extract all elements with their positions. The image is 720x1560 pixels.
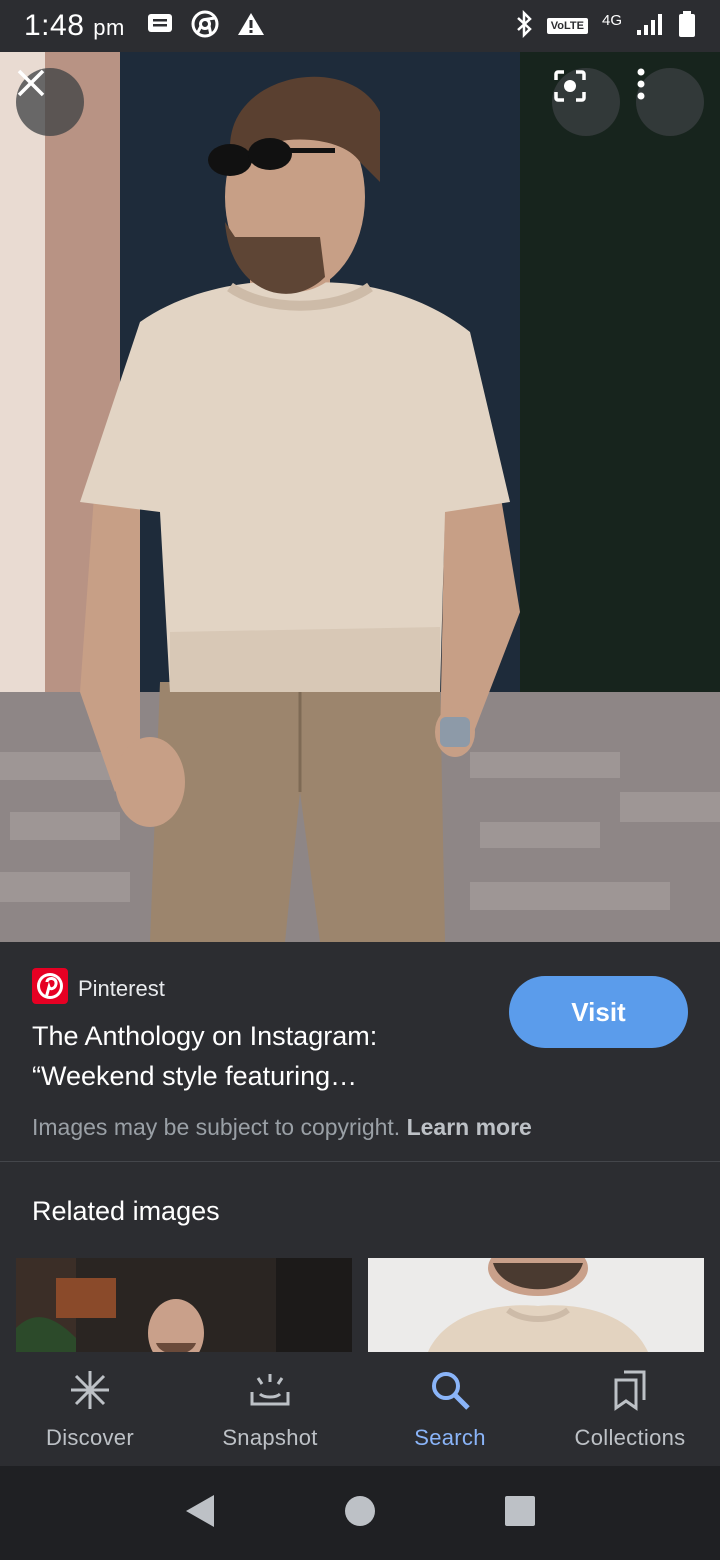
snapshot-icon (248, 1368, 292, 1417)
collections-icon (608, 1368, 652, 1417)
nav-discover-label: Discover (46, 1424, 134, 1450)
signal-icon (636, 12, 664, 41)
nav-collections-label: Collections (574, 1424, 686, 1450)
status-bar: 1:48 pm VoLTE 4G (0, 0, 720, 52)
nav-snapshot-label: Snapshot (222, 1424, 318, 1450)
nav-collections[interactable]: Collections (540, 1352, 720, 1466)
battery-icon (678, 10, 696, 43)
chrome-icon (191, 10, 219, 43)
status-time-ampm: pm (93, 15, 125, 40)
message-icon (147, 13, 173, 40)
volte-badge: VoLTE (546, 18, 588, 34)
system-navigation-bar (0, 1466, 720, 1560)
learn-more-link[interactable]: Learn more (407, 1114, 532, 1140)
hero-photo (0, 52, 720, 942)
related-image-thumbnail[interactable] (368, 1258, 704, 1352)
back-icon[interactable] (184, 1494, 216, 1533)
result-title[interactable]: The Anthology on Instagram: “Weekend sty… (32, 1016, 472, 1096)
bottom-navigation: Discover Snapshot Search Collections (0, 1352, 720, 1466)
source-row[interactable]: Pinterest (32, 968, 165, 1009)
copyright-notice: Images may be subject to copyright. Lear… (32, 1114, 532, 1141)
nav-snapshot[interactable]: Snapshot (180, 1352, 360, 1466)
pinterest-logo-icon (32, 968, 68, 1009)
visit-button[interactable]: Visit (509, 976, 688, 1048)
warning-icon (237, 11, 265, 42)
source-name: Pinterest (78, 975, 165, 1001)
visit-button-label: Visit (571, 996, 626, 1027)
status-right-icons: VoLTE 4G (515, 9, 696, 43)
nav-search[interactable]: Search (360, 1352, 540, 1466)
nav-search-label: Search (414, 1424, 486, 1450)
divider (0, 1161, 720, 1162)
related-image-1 (16, 1258, 352, 1352)
status-time: 1:48 pm (24, 9, 125, 43)
bluetooth-icon (515, 9, 533, 43)
recents-icon[interactable] (504, 1495, 536, 1532)
home-icon[interactable] (344, 1495, 376, 1532)
asterisk-icon (68, 1368, 112, 1417)
status-left-icons (147, 10, 265, 43)
status-time-value: 1:48 (24, 9, 85, 42)
close-button[interactable] (16, 68, 84, 136)
copyright-text: Images may be subject to copyright. (32, 1114, 401, 1140)
network-type: 4G (601, 11, 622, 29)
more-options-button[interactable] (636, 68, 704, 136)
related-image-thumbnail[interactable] (16, 1258, 352, 1352)
nav-discover[interactable]: Discover (0, 1352, 180, 1466)
search-icon (428, 1368, 472, 1417)
result-info-panel: Pinterest The Anthology on Instagram: “W… (0, 942, 720, 1162)
related-image-2 (368, 1258, 704, 1352)
lens-button[interactable] (552, 68, 620, 136)
related-images-heading: Related images (32, 1196, 220, 1226)
hero-image[interactable] (0, 52, 720, 942)
